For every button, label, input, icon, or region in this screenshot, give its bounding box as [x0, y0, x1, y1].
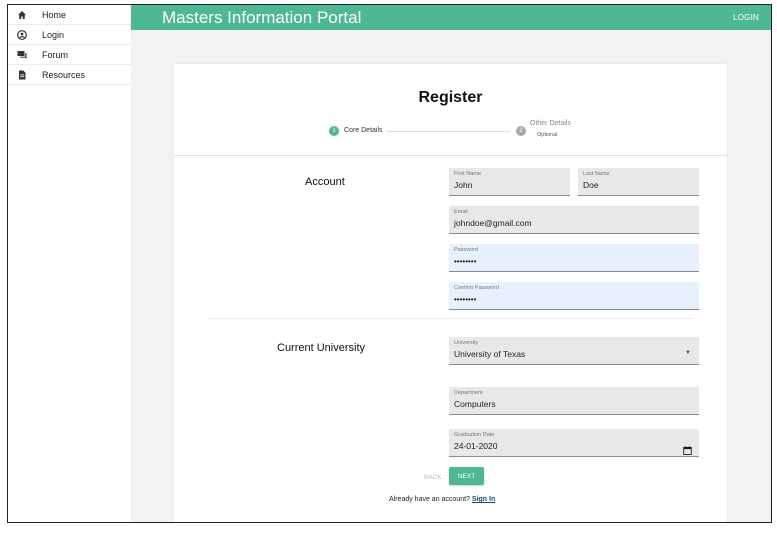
- department-label: Department: [454, 390, 483, 396]
- sidebar-item-forum[interactable]: Forum: [8, 45, 131, 65]
- step-2-sublabel: Optional: [537, 132, 558, 138]
- password-field[interactable]: Password ••••••••: [449, 244, 699, 272]
- account-section-title: Account: [305, 176, 345, 188]
- app-title: Masters Information Portal: [162, 7, 362, 27]
- password-value: ••••••••: [454, 257, 477, 266]
- sidebar: Home Login Forum Resources: [8, 5, 132, 522]
- signin-prompt-text: Already have an account?: [389, 496, 470, 503]
- sidebar-item-home[interactable]: Home: [8, 5, 131, 25]
- dropdown-arrow-icon: ▼: [685, 350, 691, 356]
- account-circle-icon: [12, 29, 32, 40]
- calendar-icon[interactable]: [683, 442, 692, 455]
- home-icon: [12, 10, 32, 20]
- back-button[interactable]: BACK: [424, 474, 442, 481]
- login-button[interactable]: LOGIN: [733, 13, 759, 22]
- sidebar-item-label: Login: [42, 29, 65, 40]
- forum-icon: [12, 50, 32, 60]
- sidebar-item-label: Resources: [42, 69, 86, 80]
- stepper: 1 Core Details 2 Other Details Optional: [174, 120, 727, 145]
- sidebar-item-resources[interactable]: Resources: [8, 65, 131, 85]
- university-section-title: Current University: [277, 342, 366, 354]
- register-card: Register 1 Core Details 2 Other Details …: [174, 64, 727, 522]
- university-select[interactable]: University University of Texas ▼: [449, 337, 699, 365]
- stepper-connector: [387, 131, 510, 132]
- confirm-password-field[interactable]: Confirm Password ••••••••: [449, 282, 699, 310]
- signin-prompt: Already have an account? Sign In: [389, 496, 495, 503]
- last-name-field[interactable]: Last Name Doe: [578, 168, 699, 196]
- signin-link[interactable]: Sign In: [472, 496, 495, 503]
- divider: [174, 155, 727, 156]
- step-2-label: Other Details: [530, 120, 571, 127]
- password-label: Password: [454, 247, 479, 253]
- last-name-value: Doe: [583, 180, 599, 190]
- university-value: University of Texas: [454, 349, 526, 359]
- graduation-date-field[interactable]: Graduation Date 24-01-2020: [449, 429, 699, 457]
- sidebar-item-login[interactable]: Login: [8, 25, 131, 45]
- department-value: Computers: [454, 399, 496, 409]
- sidebar-item-label: Forum: [42, 49, 69, 60]
- email-value: johndoe@gmail.com: [454, 218, 532, 228]
- email-field[interactable]: Email johndoe@gmail.com: [449, 206, 699, 234]
- document-icon: [12, 70, 32, 80]
- section-divider: [209, 318, 692, 319]
- app-window: Home Login Forum Resources Masters Infor…: [7, 4, 772, 523]
- sidebar-item-label: Home: [42, 9, 67, 20]
- first-name-field[interactable]: First Name John: [449, 168, 570, 196]
- page-title: Register: [418, 89, 483, 106]
- university-label: University: [454, 340, 479, 346]
- step-2-indicator: 2: [516, 126, 526, 136]
- department-field[interactable]: Department Computers: [449, 387, 699, 415]
- step-1-indicator: 1: [329, 126, 339, 136]
- last-name-label: Last Name: [583, 171, 610, 177]
- email-label: Email: [454, 209, 468, 215]
- graduation-date-value: 24-01-2020: [454, 441, 498, 451]
- first-name-label: First Name: [454, 171, 481, 177]
- next-button[interactable]: NEXT: [449, 467, 484, 485]
- graduation-date-label: Graduation Date: [454, 432, 495, 438]
- confirm-password-value: ••••••••: [454, 295, 477, 304]
- confirm-password-label: Confirm Password: [454, 285, 499, 291]
- app-bar: Masters Information Portal LOGIN: [131, 5, 771, 30]
- step-1-label: Core Details: [344, 127, 383, 134]
- first-name-value: John: [454, 180, 473, 190]
